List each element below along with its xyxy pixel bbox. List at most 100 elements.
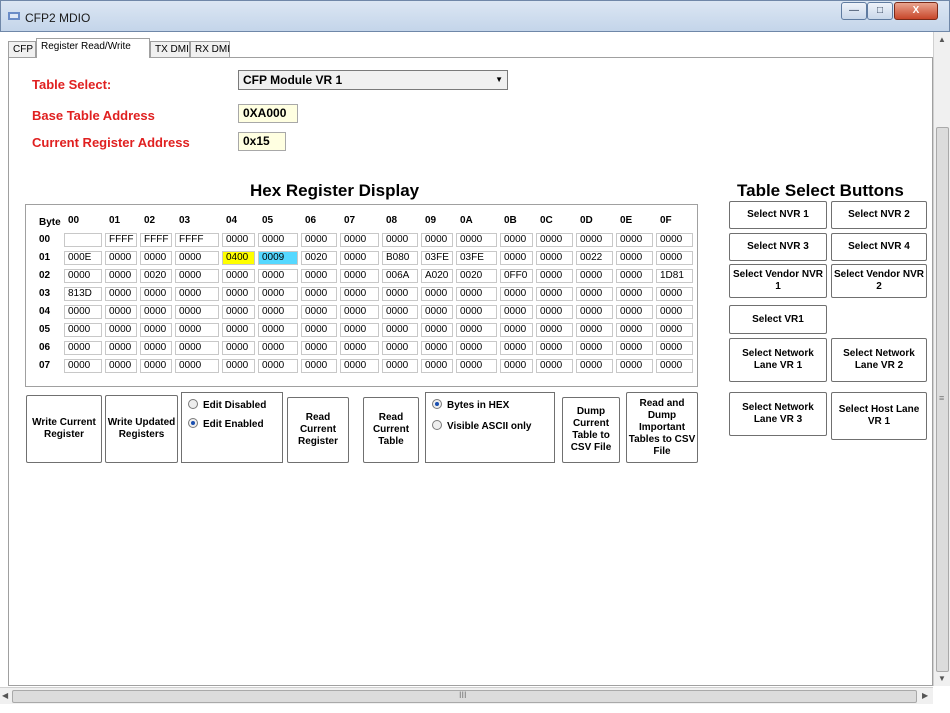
register-cell[interactable]: 813D [64, 287, 102, 301]
register-cell[interactable]: 0020 [456, 269, 497, 283]
register-cell[interactable]: 0000 [456, 323, 497, 337]
select-network-lane-vr-2-button[interactable]: Select Network Lane VR 2 [831, 338, 927, 382]
register-cell[interactable]: 0000 [301, 359, 337, 373]
register-cell[interactable]: 0022 [576, 251, 613, 265]
read-and-dump-tables-button[interactable]: Read and Dump Important Tables to CSV Fi… [626, 392, 698, 463]
register-cell[interactable]: 0000 [140, 251, 172, 265]
select-nvr-4-button[interactable]: Select NVR 4 [831, 233, 927, 261]
register-cell[interactable]: 0000 [421, 359, 453, 373]
register-cell[interactable]: 0000 [258, 359, 298, 373]
register-cell[interactable]: 0000 [105, 287, 137, 301]
table-select-dropdown[interactable]: CFP Module VR 1 ▼ [238, 70, 508, 90]
base-table-address-field[interactable]: 0XA000 [238, 104, 298, 123]
register-cell[interactable]: 0000 [500, 341, 533, 355]
register-cell[interactable]: 0000 [500, 251, 533, 265]
register-cell[interactable]: 0000 [576, 359, 613, 373]
scroll-left-icon[interactable]: ◀ [2, 691, 8, 700]
register-cell[interactable]: B080 [382, 251, 418, 265]
vertical-scrollbar[interactable]: ▲ ≡ ▼ [933, 32, 950, 686]
scroll-right-icon[interactable]: ▶ [922, 691, 928, 700]
register-cell[interactable]: 0020 [140, 269, 172, 283]
register-cell[interactable]: 0000 [536, 233, 573, 247]
register-cell[interactable]: 0FF0 [500, 269, 533, 283]
scroll-down-icon[interactable]: ▼ [938, 674, 946, 683]
register-cell[interactable]: 0000 [301, 341, 337, 355]
register-cell[interactable]: 0000 [421, 233, 453, 247]
register-cell[interactable]: A020 [421, 269, 453, 283]
register-cell[interactable]: 0000 [175, 323, 219, 337]
register-cell[interactable]: 0009 [258, 251, 298, 265]
register-cell[interactable]: 0000 [222, 233, 255, 247]
select-vendor-nvr-1-button[interactable]: Select Vendor NVR 1 [729, 264, 827, 298]
register-cell[interactable]: 0000 [340, 305, 379, 319]
tab-cfp[interactable]: CFP [8, 41, 36, 58]
register-cell[interactable]: 0000 [301, 287, 337, 301]
select-vendor-nvr-2-button[interactable]: Select Vendor NVR 2 [831, 264, 927, 298]
register-cell[interactable]: FFFF [175, 233, 219, 247]
register-cell[interactable]: 0000 [536, 323, 573, 337]
minimize-button[interactable]: — [841, 2, 867, 20]
register-cell[interactable]: 0000 [64, 341, 102, 355]
register-cell[interactable]: 0000 [656, 233, 693, 247]
register-cell[interactable]: 0000 [456, 287, 497, 301]
register-cell[interactable]: 0000 [105, 269, 137, 283]
register-cell[interactable]: 0000 [421, 305, 453, 319]
register-cell[interactable]: 0000 [175, 341, 219, 355]
register-cell[interactable]: 0000 [340, 359, 379, 373]
register-cell[interactable]: 0000 [421, 323, 453, 337]
register-cell[interactable]: 0000 [258, 341, 298, 355]
register-cell[interactable]: 0000 [140, 287, 172, 301]
register-cell[interactable]: 0000 [382, 341, 418, 355]
register-cell[interactable]: 0000 [456, 305, 497, 319]
register-cell[interactable]: 0000 [536, 287, 573, 301]
register-cell[interactable]: 0000 [576, 287, 613, 301]
register-cell[interactable]: 0000 [301, 305, 337, 319]
register-cell[interactable]: 0000 [340, 269, 379, 283]
tab-tx-dmi[interactable]: TX DMI [150, 41, 190, 58]
select-nvr-2-button[interactable]: Select NVR 2 [831, 201, 927, 229]
register-cell[interactable]: FFFF [105, 233, 137, 247]
select-network-lane-vr-1-button[interactable]: Select Network Lane VR 1 [729, 338, 827, 382]
write-current-register-button[interactable]: Write Current Register [26, 395, 102, 463]
register-cell[interactable]: 0000 [382, 287, 418, 301]
register-cell[interactable]: 0000 [382, 359, 418, 373]
register-cell[interactable]: 0000 [301, 323, 337, 337]
register-cell[interactable]: 0000 [258, 323, 298, 337]
register-cell[interactable]: 0000 [656, 305, 693, 319]
register-cell[interactable]: 0000 [340, 233, 379, 247]
register-cell[interactable]: 0000 [576, 305, 613, 319]
title-bar[interactable]: CFP2 MDIO — □ X [0, 0, 950, 32]
select-nvr-3-button[interactable]: Select NVR 3 [729, 233, 827, 261]
register-cell[interactable]: 0000 [222, 269, 255, 283]
register-cell[interactable]: 0000 [340, 251, 379, 265]
register-cell[interactable]: 0000 [616, 305, 653, 319]
register-cell[interactable]: 0000 [175, 287, 219, 301]
register-cell[interactable]: 0000 [301, 233, 337, 247]
register-cell[interactable]: 0000 [616, 251, 653, 265]
register-cell[interactable]: 03FE [421, 251, 453, 265]
maximize-button[interactable]: □ [867, 2, 893, 20]
register-cell[interactable]: 000E [64, 251, 102, 265]
register-cell[interactable]: 0000 [340, 323, 379, 337]
register-cell[interactable]: 0000 [258, 269, 298, 283]
register-cell[interactable]: 0000 [140, 359, 172, 373]
register-cell[interactable]: 0000 [536, 251, 573, 265]
register-cell[interactable]: 0000 [64, 323, 102, 337]
register-cell[interactable]: 0000 [456, 359, 497, 373]
tab-rx-dmi[interactable]: RX DMI [190, 41, 230, 58]
register-cell[interactable]: 0000 [616, 323, 653, 337]
register-cell[interactable]: 0000 [175, 251, 219, 265]
edit-enabled-radio[interactable]: Edit Enabled [188, 418, 264, 430]
register-cell[interactable]: 0000 [222, 341, 255, 355]
register-cell[interactable]: 0000 [576, 341, 613, 355]
register-cell[interactable]: 0000 [64, 269, 102, 283]
register-cell[interactable]: 0000 [175, 305, 219, 319]
dump-current-table-button[interactable]: Dump Current Table to CSV File [562, 397, 620, 463]
register-cell[interactable]: 0000 [576, 233, 613, 247]
register-cell[interactable]: 0000 [576, 323, 613, 337]
close-button[interactable]: X [894, 2, 938, 20]
register-cell[interactable]: 0000 [616, 341, 653, 355]
register-cell[interactable]: 0000 [656, 287, 693, 301]
write-updated-registers-button[interactable]: Write Updated Registers [105, 395, 178, 463]
register-cell[interactable]: 0000 [175, 359, 219, 373]
